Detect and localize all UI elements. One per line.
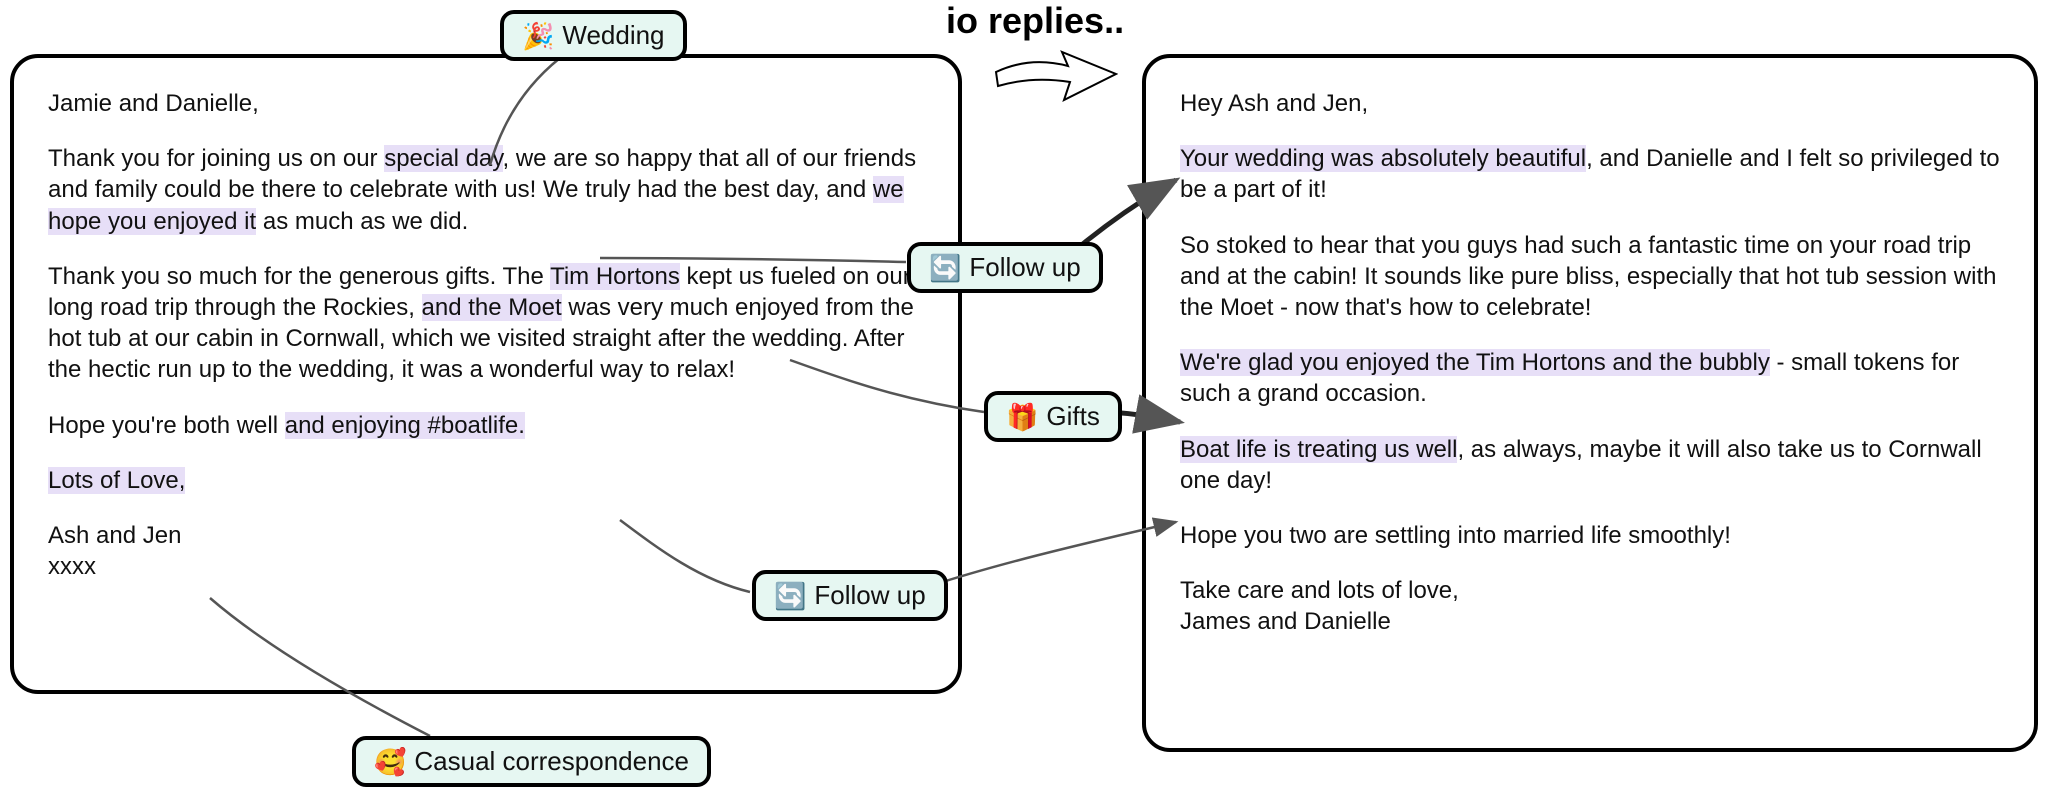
tag-casual-correspondence: 🥰 Casual correspondence	[352, 736, 711, 787]
arrow-icon	[990, 46, 1118, 104]
refresh-icon: 🔄	[774, 583, 806, 609]
smiling-hearts-icon: 🥰	[374, 749, 406, 775]
highlight-wedding-beautiful: Your wedding was absolutely beautiful	[1180, 145, 1586, 172]
reply-email-card: Hey Ash and Jen, Your wedding was absolu…	[1142, 54, 2038, 752]
text: Ash and Jen	[48, 522, 181, 549]
highlight-lots-of-love: Lots of Love,	[48, 467, 185, 494]
highlight-tim-hortons: Tim Hortons	[550, 263, 680, 290]
text: xxxx	[48, 553, 96, 580]
party-popper-icon: 🎉	[522, 23, 554, 49]
left-para-4: Lots of Love,	[48, 465, 924, 496]
left-greeting: Jamie and Danielle,	[48, 88, 924, 119]
tag-follow-up-2: 🔄 Follow up	[752, 570, 948, 621]
highlight-special-day: special day	[384, 145, 502, 172]
left-para-2: Thank you so much for the generous gifts…	[48, 261, 924, 386]
right-para-2: So stoked to hear that you guys had such…	[1180, 230, 2000, 324]
right-signature: Take care and lots of love, James and Da…	[1180, 575, 2000, 637]
right-para-4: Boat life is treating us well, as always…	[1180, 434, 2000, 496]
text: Thank you so much for the generous gifts…	[48, 263, 550, 290]
tag-label: Follow up	[969, 252, 1080, 283]
highlight-boatlife: and enjoying #boatlife.	[285, 412, 525, 439]
text: Thank you for joining us on our	[48, 145, 384, 172]
highlight-moet: and the Moet	[422, 294, 562, 321]
highlight-glad-enjoyed: We're glad you enjoyed the Tim Hortons a…	[1180, 349, 1770, 376]
text: Hope you're both well	[48, 412, 285, 439]
right-greeting: Hey Ash and Jen,	[1180, 88, 2000, 119]
tag-label: Wedding	[562, 20, 664, 51]
text: as much as we did.	[256, 208, 468, 235]
text: James and Danielle	[1180, 608, 1391, 635]
tag-label: Gifts	[1046, 401, 1099, 432]
tag-follow-up-1: 🔄 Follow up	[907, 242, 1103, 293]
left-para-1: Thank you for joining us on our special …	[48, 143, 924, 237]
left-para-3: Hope you're both well and enjoying #boat…	[48, 410, 924, 441]
diagram-canvas: io replies.. Jamie and Danielle, Thank y…	[0, 0, 2048, 794]
right-para-1: Your wedding was absolutely beautiful, a…	[1180, 143, 2000, 205]
highlight-boat-life-well: Boat life is treating us well	[1180, 436, 1457, 463]
refresh-icon: 🔄	[929, 255, 961, 281]
gift-icon: 🎁	[1006, 404, 1038, 430]
hero-partial-text: io replies..	[946, 0, 1124, 42]
tag-wedding: 🎉 Wedding	[500, 10, 687, 61]
text: Take care and lots of love,	[1180, 577, 1459, 604]
right-para-5: Hope you two are settling into married l…	[1180, 520, 2000, 551]
tag-label: Follow up	[814, 580, 925, 611]
tag-label: Casual correspondence	[414, 746, 689, 777]
right-para-3: We're glad you enjoyed the Tim Hortons a…	[1180, 347, 2000, 409]
tag-gifts: 🎁 Gifts	[984, 391, 1122, 442]
